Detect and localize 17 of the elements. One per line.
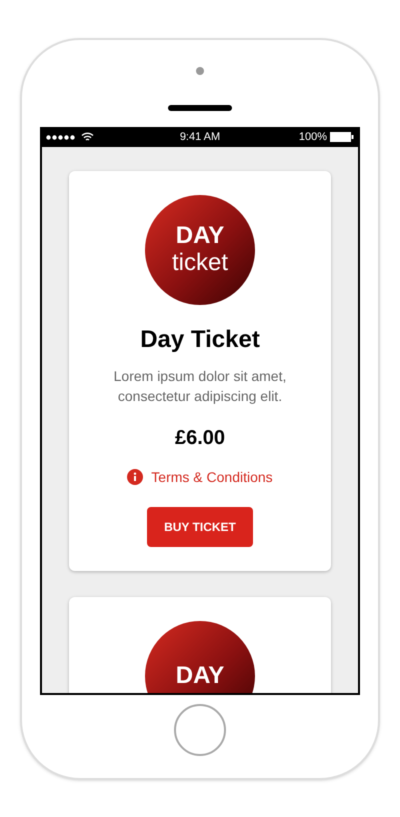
camera-icon <box>196 67 204 75</box>
ticket-description: Lorem ipsum dolor sit amet, consectetur adipiscing elit. <box>112 367 288 406</box>
battery-percent: 100% <box>298 130 327 145</box>
badge-label: DAY <box>176 223 224 249</box>
status-time: 9:41 AM <box>180 130 220 145</box>
speaker-icon <box>168 105 232 111</box>
buy-ticket-button[interactable]: BUY TICKET <box>147 507 253 547</box>
terms-link[interactable]: Terms & Conditions <box>151 468 273 486</box>
ticket-price: £6.00 <box>174 426 226 450</box>
badge-label: DAY <box>176 663 224 689</box>
ticket-title: Day Ticket <box>140 326 260 354</box>
signal-icon <box>46 134 76 140</box>
battery-icon <box>330 132 354 142</box>
badge-label: ticket <box>172 249 228 277</box>
info-icon <box>127 469 144 485</box>
home-button[interactable] <box>174 704 226 756</box>
wifi-icon <box>81 132 94 142</box>
